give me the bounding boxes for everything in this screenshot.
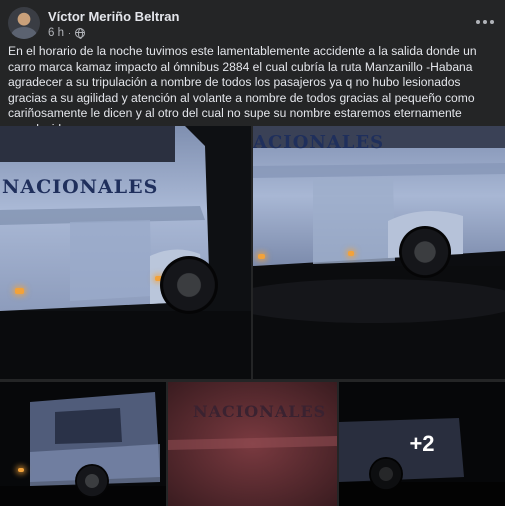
photo-1[interactable]: NACIONALES: [0, 126, 251, 379]
meta-separator: ·: [68, 28, 71, 38]
post-text: En el horario de la noche tuvimos este l…: [8, 44, 477, 136]
author-name[interactable]: Víctor Meriño Beltran: [48, 9, 179, 24]
post-meta: 6 h ·: [48, 26, 85, 40]
bus-side-scene: [253, 126, 505, 379]
bus-side-scene: [0, 126, 251, 379]
photo-5[interactable]: +2: [339, 382, 505, 506]
post-time[interactable]: 6 h: [48, 27, 64, 39]
photo-2[interactable]: ACIONALES: [253, 126, 505, 379]
avatar[interactable]: [8, 7, 40, 39]
more-photos-count: +2: [409, 431, 435, 456]
globe-icon: [75, 28, 85, 39]
marker-light: [258, 254, 265, 259]
bus-red-closeup: [168, 382, 337, 506]
marker-light: [348, 251, 354, 256]
more-photos-overlay[interactable]: +2: [339, 382, 505, 506]
post-header: Víctor Meriño Beltran 6 h ·: [8, 7, 497, 41]
marker-light: [18, 468, 24, 472]
bus-wheel: [399, 226, 451, 278]
bus-lettering: NACIONALES: [193, 402, 327, 421]
photo-3[interactable]: [0, 382, 166, 506]
photo-gallery: NACIONALES ACIONALES NACIONALES +2: [0, 126, 505, 506]
marker-light: [15, 288, 24, 294]
more-options-icon[interactable]: [473, 11, 497, 33]
bus-lettering: ACIONALES: [253, 132, 385, 153]
bus-wheel: [160, 256, 218, 314]
photo-4[interactable]: NACIONALES: [168, 382, 337, 506]
bus-wheel: [75, 464, 109, 498]
facebook-post: Víctor Meriño Beltran 6 h · En el horari…: [0, 0, 505, 506]
bus-lettering: NACIONALES: [2, 176, 159, 198]
